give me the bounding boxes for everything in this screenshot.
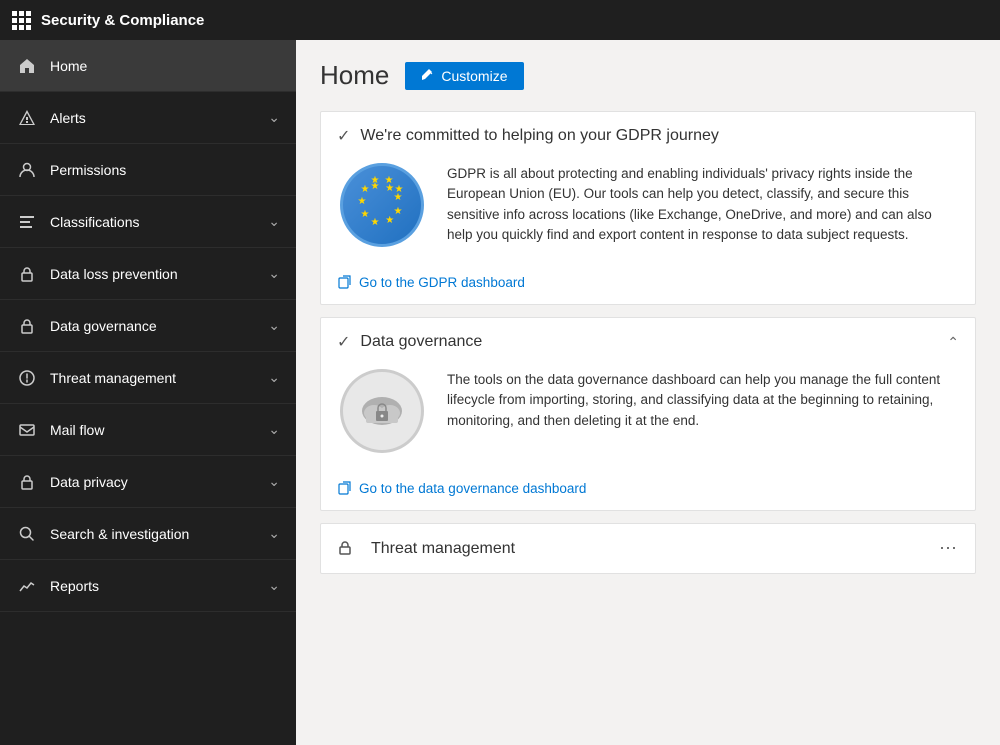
eu-flag-svg: ★ ★ ★ ★ ★ ★ ★ ★ ★ ★ ★ ★ <box>352 175 412 235</box>
grid-icon <box>12 11 31 30</box>
svg-text:★: ★ <box>361 209 370 220</box>
sidebar: ❮ Home Alerts ⌄ <box>0 40 296 745</box>
threat-management-card: Threat management ⋯ <box>320 523 976 574</box>
chevron-down-icon: ⌄ <box>268 317 280 334</box>
customize-label: Customize <box>441 68 507 84</box>
svg-text:★: ★ <box>385 175 394 186</box>
more-options-icon[interactable]: ⋯ <box>939 538 959 559</box>
chevron-down-icon: ⌄ <box>268 473 280 490</box>
alert-icon <box>16 107 38 129</box>
chevron-down-icon: ⌄ <box>268 577 280 594</box>
check-icon: ✓ <box>337 126 350 146</box>
svg-text:★: ★ <box>358 196 367 207</box>
data-governance-card-header[interactable]: ✓ Data governance ⌃ <box>321 318 975 366</box>
edit-icon <box>421 69 435 83</box>
data-privacy-icon <box>16 471 38 493</box>
chevron-down-icon: ⌄ <box>268 213 280 230</box>
lock-icon <box>16 263 38 285</box>
data-governance-card: ✓ Data governance ⌃ <box>320 317 976 511</box>
svg-text:★: ★ <box>361 184 370 195</box>
chevron-down-icon: ⌄ <box>268 525 280 542</box>
sidebar-item-data-governance-label: Data governance <box>50 318 268 334</box>
classifications-icon <box>16 211 38 233</box>
sidebar-item-search-label: Search & investigation <box>50 526 268 542</box>
data-governance-dashboard-link[interactable]: Go to the data governance dashboard <box>359 481 586 496</box>
main-layout: ❮ Home Alerts ⌄ <box>0 40 1000 745</box>
gdpr-card: ✓ We're committed to helping on your GDP… <box>320 111 976 305</box>
app-title: Security & Compliance <box>41 12 204 29</box>
sidebar-item-data-loss-label: Data loss prevention <box>50 266 268 282</box>
search-icon <box>16 523 38 545</box>
chevron-down-icon: ⌄ <box>268 369 280 386</box>
sidebar-item-data-governance[interactable]: Data governance ⌄ <box>0 300 296 352</box>
data-governance-card-body: The tools on the data governance dashboa… <box>321 366 975 472</box>
sidebar-item-data-privacy-label: Data privacy <box>50 474 268 490</box>
svg-text:★: ★ <box>371 175 380 186</box>
chevron-down-icon: ⌄ <box>268 109 280 126</box>
page-header: Home Customize <box>320 60 976 91</box>
data-governance-card-title: Data governance <box>360 333 947 351</box>
data-governance-link-row: Go to the data governance dashboard <box>321 472 975 510</box>
chevron-up-icon: ⌃ <box>947 334 959 351</box>
mail-icon <box>16 419 38 441</box>
sidebar-item-reports-label: Reports <box>50 578 268 594</box>
sidebar-item-alerts[interactable]: Alerts ⌄ <box>0 92 296 144</box>
sidebar-item-threat-label: Threat management <box>50 370 268 386</box>
data-governance-icon <box>16 315 38 337</box>
link-icon <box>337 480 353 496</box>
sidebar-item-search-investigation[interactable]: Search & investigation ⌄ <box>0 508 296 560</box>
gdpr-card-text: GDPR is all about protecting and enablin… <box>447 160 959 245</box>
customize-button[interactable]: Customize <box>405 62 523 90</box>
data-governance-card-text: The tools on the data governance dashboa… <box>447 366 959 431</box>
svg-text:★: ★ <box>385 215 394 226</box>
gdpr-card-title: We're committed to helping on your GDPR … <box>360 127 959 145</box>
eu-icon: ★ ★ ★ ★ ★ ★ ★ ★ ★ ★ ★ ★ <box>340 163 424 247</box>
chevron-down-icon: ⌄ <box>268 265 280 282</box>
sidebar-item-classifications[interactable]: Classifications ⌄ <box>0 196 296 248</box>
cloud-lock-svg <box>354 383 410 439</box>
home-icon <box>16 55 38 77</box>
sidebar-item-mail-flow-label: Mail flow <box>50 422 268 438</box>
sidebar-item-data-loss-prevention[interactable]: Data loss prevention ⌄ <box>0 248 296 300</box>
sidebar-item-home-label: Home <box>50 58 280 74</box>
threat-icon <box>16 367 38 389</box>
link-icon <box>337 274 353 290</box>
permissions-icon <box>16 159 38 181</box>
threat-management-card-header[interactable]: Threat management ⋯ <box>321 524 975 573</box>
sidebar-item-permissions-label: Permissions <box>50 162 280 178</box>
threat-management-card-title: Threat management <box>371 540 939 558</box>
topbar: Security & Compliance <box>0 0 1000 40</box>
sidebar-item-permissions[interactable]: Permissions <box>0 144 296 196</box>
sidebar-item-reports[interactable]: Reports ⌄ <box>0 560 296 612</box>
sidebar-item-classifications-label: Classifications <box>50 214 268 230</box>
gdpr-link-row: Go to the GDPR dashboard <box>321 266 975 304</box>
gdpr-card-body: ★ ★ ★ ★ ★ ★ ★ ★ ★ ★ ★ ★ <box>321 160 975 266</box>
gdpr-card-header[interactable]: ✓ We're committed to helping on your GDP… <box>321 112 975 160</box>
sidebar-item-mail-flow[interactable]: Mail flow ⌄ <box>0 404 296 456</box>
sidebar-item-alerts-label: Alerts <box>50 110 268 126</box>
lock-icon <box>337 540 353 558</box>
cloud-icon <box>340 369 424 453</box>
main-content: Home Customize ✓ We're committed to help… <box>296 40 1000 745</box>
gdpr-dashboard-link[interactable]: Go to the GDPR dashboard <box>359 275 525 290</box>
sidebar-item-data-privacy[interactable]: Data privacy ⌄ <box>0 456 296 508</box>
svg-text:★: ★ <box>394 206 403 217</box>
sidebar-item-threat-management[interactable]: Threat management ⌄ <box>0 352 296 404</box>
gdpr-icon-wrapper: ★ ★ ★ ★ ★ ★ ★ ★ ★ ★ ★ ★ <box>337 160 427 250</box>
svg-text:★: ★ <box>395 184 404 195</box>
check-icon: ✓ <box>337 332 350 352</box>
reports-icon <box>16 575 38 597</box>
lock-svg <box>337 540 353 556</box>
sidebar-item-home[interactable]: Home <box>0 40 296 92</box>
data-governance-icon-wrapper <box>337 366 427 456</box>
svg-text:★: ★ <box>371 217 380 228</box>
chevron-down-icon: ⌄ <box>268 421 280 438</box>
page-title: Home <box>320 60 389 91</box>
